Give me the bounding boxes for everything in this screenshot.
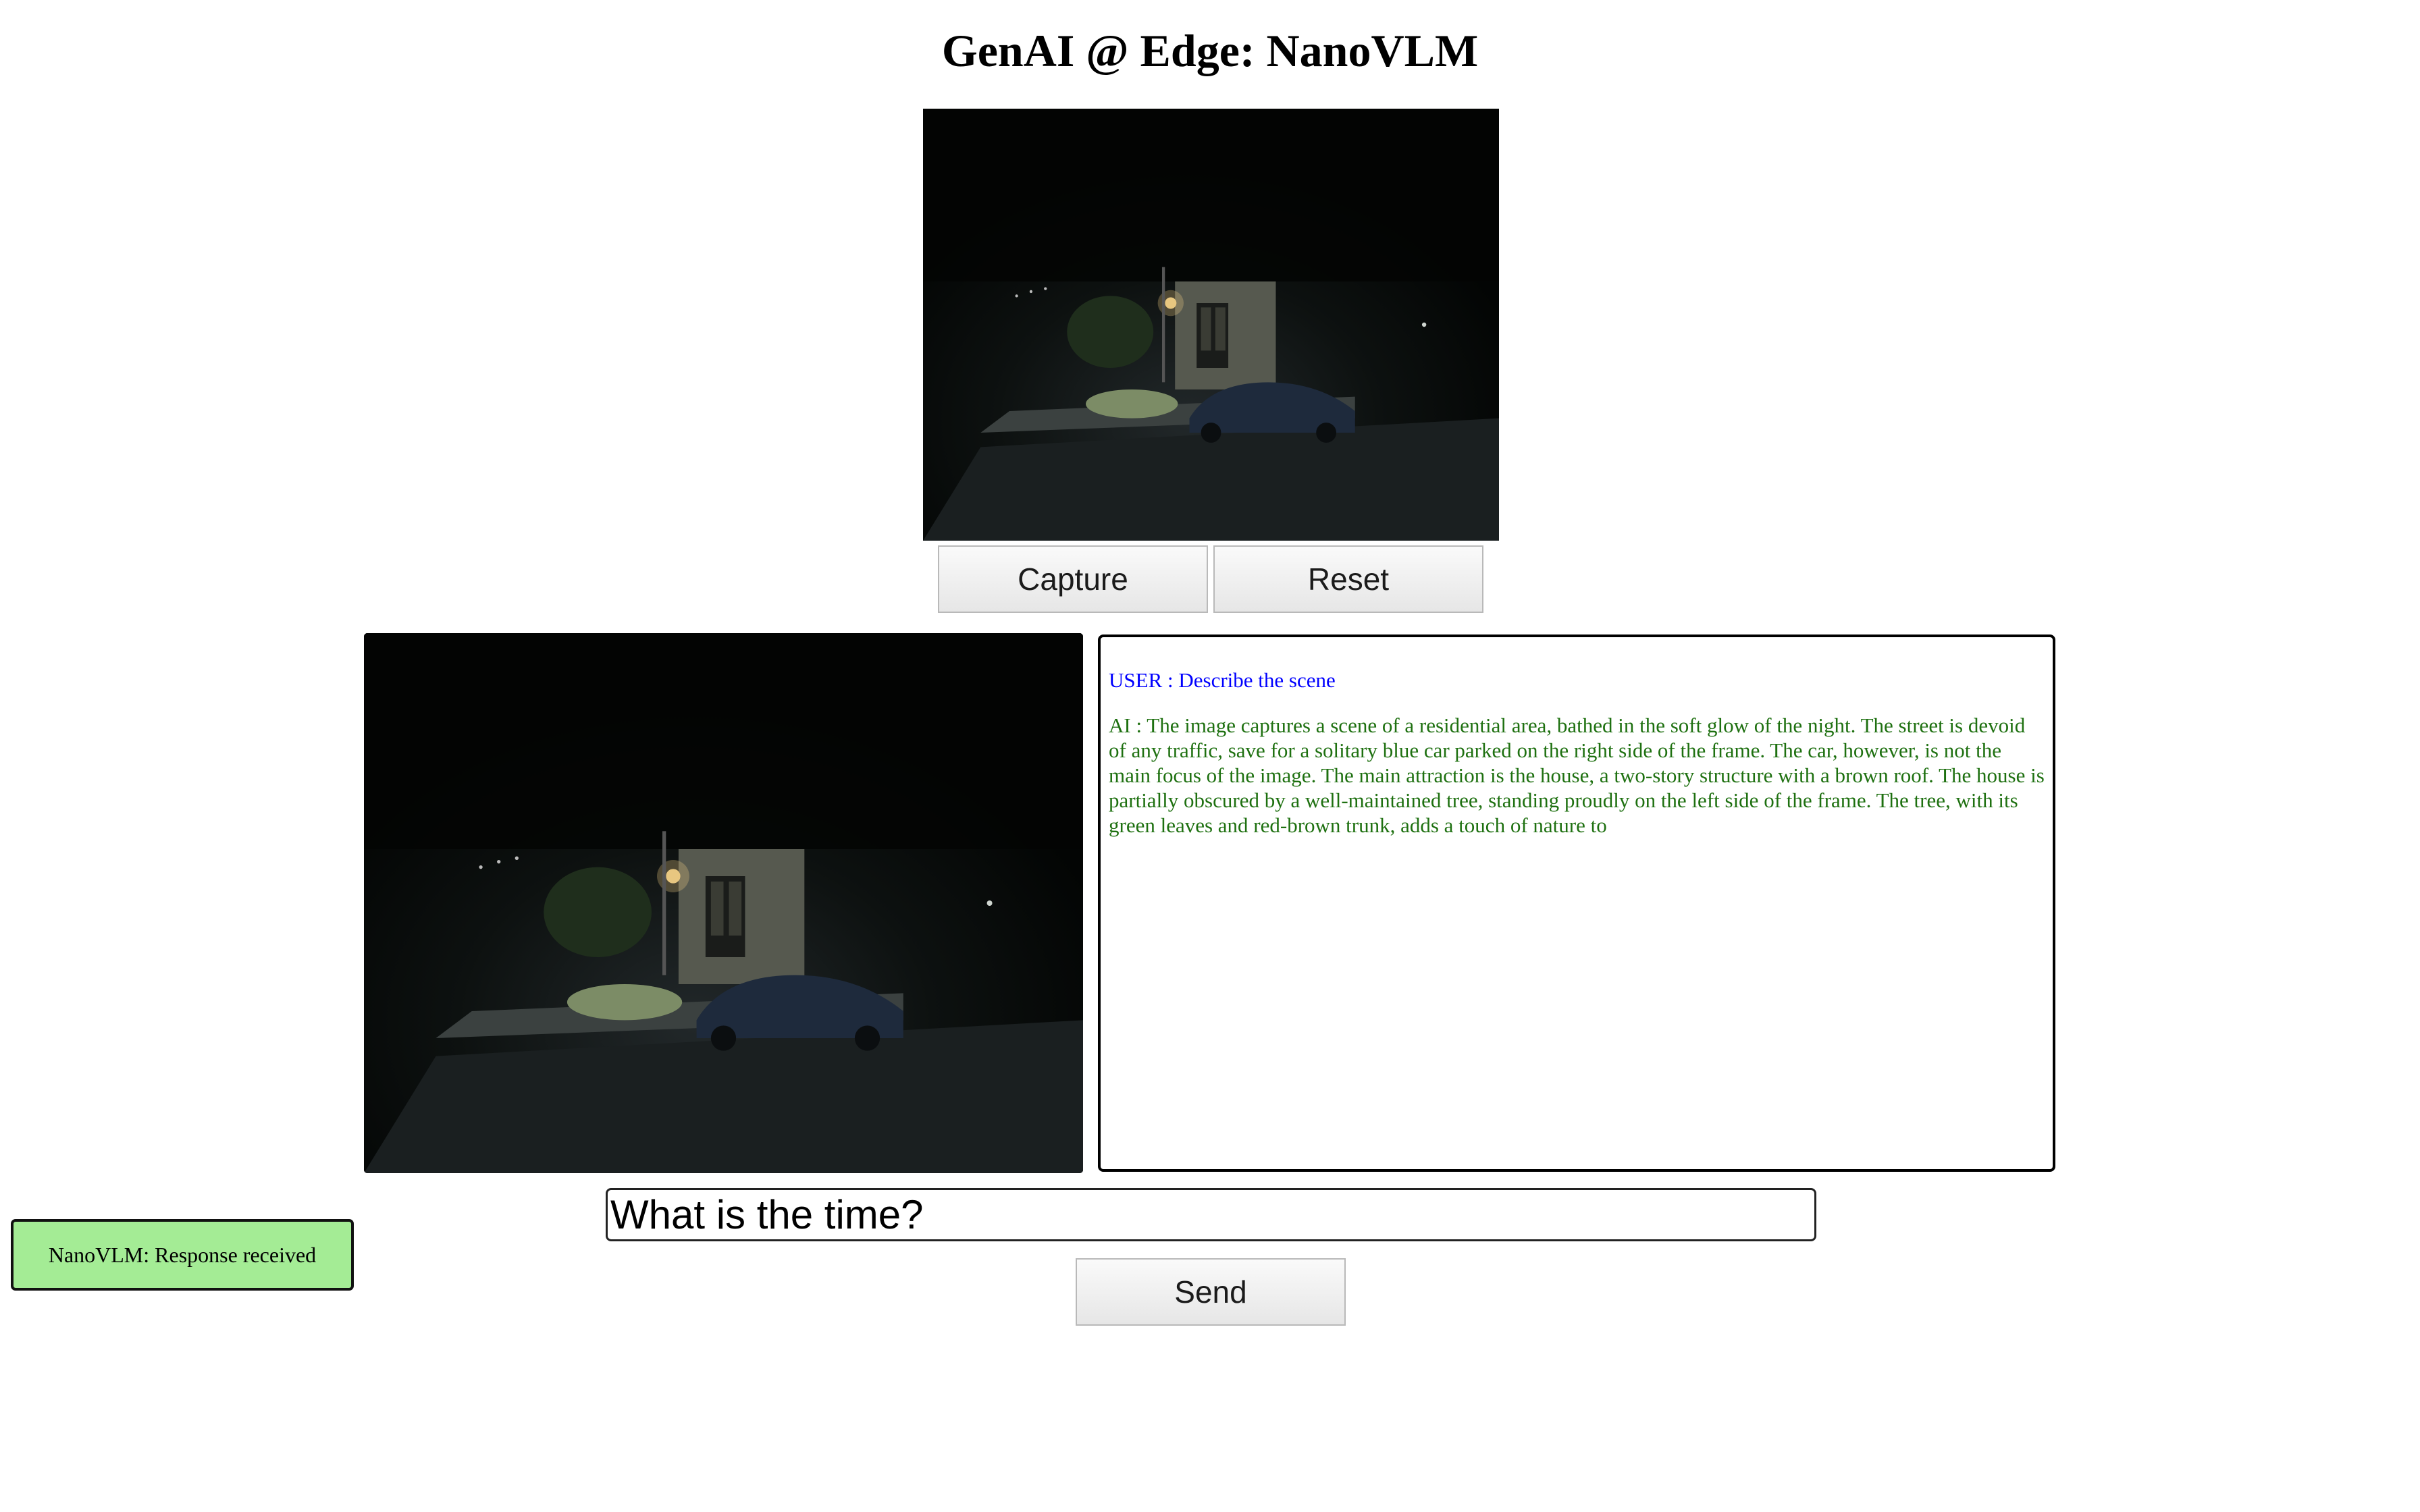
live-camera-feed <box>923 109 1499 541</box>
chat-message-user: USER : Describe the scene <box>1109 668 1336 692</box>
captured-scene-image <box>364 633 1083 1173</box>
send-button[interactable]: Send <box>1076 1258 1346 1326</box>
capture-button[interactable]: Capture <box>938 545 1208 613</box>
page-title: GenAI @ Edge: NanoVLM <box>941 25 1479 76</box>
reset-button[interactable]: Reset <box>1213 545 1483 613</box>
prompt-input[interactable] <box>606 1188 1816 1241</box>
captured-image <box>364 633 1083 1173</box>
chat-message-ai: AI : The image captures a scene of a res… <box>1109 713 2045 837</box>
status-badge: NanoVLM: Response received <box>11 1219 354 1291</box>
chat-log: USER : Describe the scene AI : The image… <box>1098 634 2055 1172</box>
night-street-scene-image <box>923 109 1499 541</box>
